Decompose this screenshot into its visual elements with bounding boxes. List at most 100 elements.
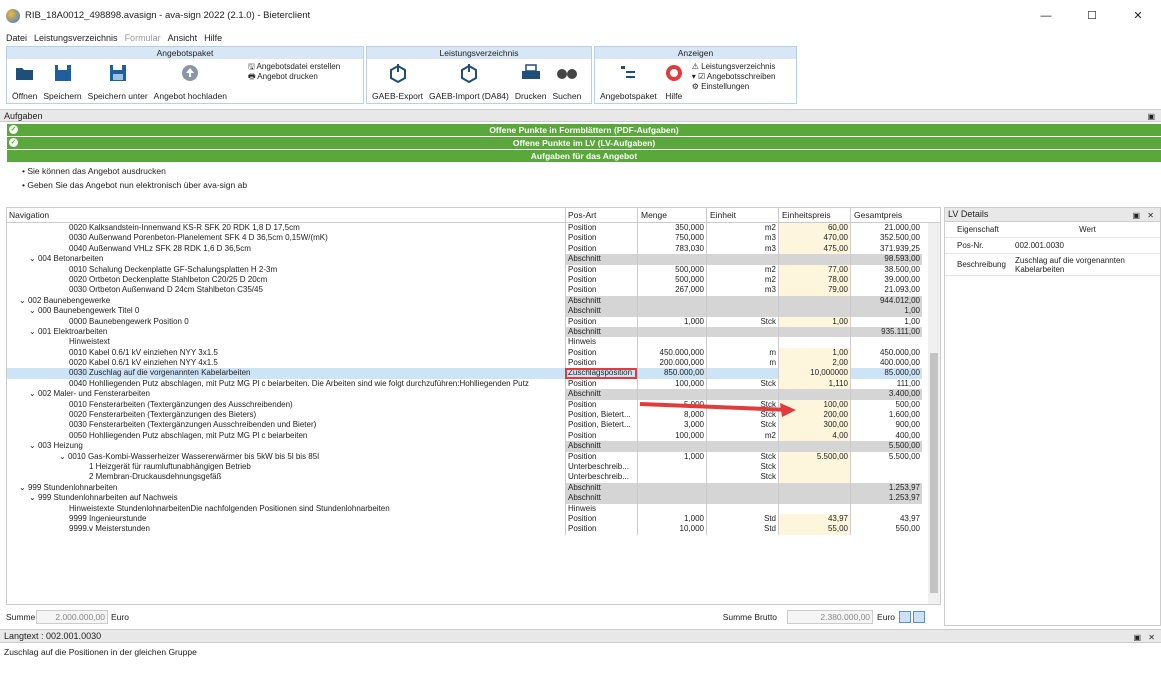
- gaeb-export-button[interactable]: GAEB-Export: [372, 62, 423, 101]
- table-row[interactable]: 0030 Fensterarbeiten (Textergänzungen Au…: [7, 420, 940, 431]
- chevron-down-icon[interactable]: ⌄: [29, 327, 38, 336]
- einheitspreis-cell[interactable]: [778, 389, 850, 400]
- einheitspreis-cell[interactable]: 300,00: [778, 420, 850, 431]
- table-row[interactable]: 0040 Außenwand VHLz SFK 28 RDK 1,6 D 36,…: [7, 243, 940, 255]
- table-row[interactable]: 0030 Ortbeton Außenwand D 24cm Stahlbeto…: [7, 285, 940, 296]
- chevron-down-icon[interactable]: ⌄: [29, 254, 38, 263]
- einheitspreis-cell[interactable]: 43,97: [778, 513, 850, 525]
- einheitspreis-cell[interactable]: 1,110: [778, 378, 850, 390]
- save-as-button[interactable]: Speichern unter: [88, 62, 148, 101]
- einheitspreis-cell[interactable]: [778, 493, 850, 504]
- table-row[interactable]: ⌄ 0010 Gas-Kombi-Wasserheizer Wassererwä…: [7, 451, 940, 462]
- table-row[interactable]: 0020 Kabel 0.6/1 kV einziehen NYY 4x1.5 P…: [7, 358, 940, 369]
- chevron-down-icon[interactable]: ⌄: [29, 306, 38, 315]
- table-row[interactable]: Hinweistexte StundenlohnarbeitenDie nach…: [7, 503, 940, 514]
- section-row[interactable]: ⌄ 004 Betonarbeiten Abschnitt 98.593,00: [7, 254, 940, 265]
- einheitspreis-cell[interactable]: [778, 337, 850, 348]
- close-icon[interactable]: ✕: [1147, 209, 1154, 222]
- scroll-thumb[interactable]: [930, 353, 938, 593]
- table-row[interactable]: 0040 Hohlliegenden Putz abschlagen, mit …: [7, 378, 940, 390]
- einheitspreis-cell[interactable]: 60,00: [778, 223, 850, 234]
- einheitspreis-cell[interactable]: 475,00: [778, 243, 850, 255]
- print-offer-button[interactable]: 🖶 Angebot drucken: [248, 72, 340, 82]
- einheitspreis-cell[interactable]: 10,000000: [778, 368, 850, 379]
- table-row[interactable]: 0030 Zuschlag auf die vorgenannten Kabel…: [7, 368, 940, 379]
- help-button[interactable]: Hilfe: [663, 62, 685, 101]
- einheitspreis-cell[interactable]: 55,00: [778, 524, 850, 535]
- calculator-icon[interactable]: [899, 611, 911, 623]
- einheitspreis-cell[interactable]: 4,00: [778, 430, 850, 442]
- col-gesamtpreis[interactable]: Gesamtpreis: [850, 208, 922, 222]
- einheitspreis-cell[interactable]: 470,00: [778, 233, 850, 244]
- table-row[interactable]: 0020 Ortbeton Deckenplatte Stahlbeton C2…: [7, 274, 940, 286]
- pin-icon[interactable]: ▣: [1147, 111, 1155, 123]
- task-row-pdf[interactable]: ✓ Offene Punkte in Formblättern (PDF-Aufg…: [7, 124, 1161, 136]
- table-row[interactable]: 1 Heizgerät für raumluftunabhängigen Bet…: [7, 461, 940, 473]
- search-button[interactable]: Suchen: [553, 62, 581, 101]
- table-row[interactable]: 2 Membran-Druckausdehnungsgefäß Unterbesc…: [7, 472, 940, 483]
- table-row[interactable]: 9999.v Meisterstunden Position 10,000 Std 55…: [7, 524, 940, 535]
- col-einheit[interactable]: Einheit: [706, 208, 778, 222]
- einheitspreis-cell[interactable]: 100,00: [778, 399, 850, 411]
- chevron-down-icon[interactable]: ⌄: [29, 389, 38, 398]
- settings-button[interactable]: ⚙ Einstellungen: [692, 82, 776, 92]
- table-row[interactable]: 9999 Ingenieurstunde Position 1,000 Std 43,9…: [7, 513, 940, 525]
- col-menge[interactable]: Menge: [637, 208, 706, 222]
- table-row[interactable]: 0020 Fensterarbeiten (Textergänzungen de…: [7, 410, 940, 421]
- table-row[interactable]: 0050 Hohlliegenden Putz abschlagen, mit …: [7, 430, 940, 442]
- einheitspreis-cell[interactable]: [778, 441, 850, 452]
- einheitspreis-cell[interactable]: 200,00: [778, 410, 850, 421]
- section-row[interactable]: ⌄ 002 Maler- und Fensterarbeiten Abschnit…: [7, 389, 940, 400]
- einheitspreis-cell[interactable]: 78,00: [778, 274, 850, 286]
- col-pos-art[interactable]: Pos-Art: [565, 208, 637, 222]
- einheitspreis-cell[interactable]: [778, 503, 850, 514]
- minimize-button[interactable]: —: [1023, 0, 1069, 31]
- task-row-offer[interactable]: Aufgaben für das Angebot: [7, 150, 1161, 162]
- einheitspreis-cell[interactable]: [778, 326, 850, 338]
- einheitspreis-cell[interactable]: 1,00: [778, 316, 850, 327]
- table-row[interactable]: Hinweistext Hinweis: [7, 337, 940, 348]
- float-icon[interactable]: ▣: [1132, 209, 1140, 222]
- einheitspreis-cell[interactable]: 2,00: [778, 358, 850, 369]
- chevron-down-icon[interactable]: ⌄: [29, 493, 38, 502]
- section-row[interactable]: ⌄ 001 Elektroarbeiten Abschnitt 935.111,00: [7, 326, 940, 338]
- chevron-down-icon[interactable]: ⌄: [19, 483, 28, 492]
- einheitspreis-cell[interactable]: [778, 306, 850, 317]
- einheitspreis-cell[interactable]: 79,00: [778, 285, 850, 296]
- vertical-scrollbar[interactable]: [928, 223, 940, 604]
- einheitspreis-cell[interactable]: [778, 295, 850, 307]
- table-row[interactable]: 0020 Kalksandstein-Innenwand KS-R SFK 20…: [7, 223, 940, 234]
- col-einheitspreis[interactable]: Einheitspreis: [778, 208, 850, 222]
- show-package-button[interactable]: Angebotspaket: [600, 62, 657, 101]
- einheitspreis-cell[interactable]: 1,00: [778, 347, 850, 359]
- table-row[interactable]: 0010 Schalung Deckenplatte GF-Schalungsp…: [7, 264, 940, 275]
- einheitspreis-cell[interactable]: [778, 482, 850, 494]
- close-icon[interactable]: ✕: [1148, 631, 1155, 644]
- section-row[interactable]: ⌄ 000 Baunebengewerk Titel 0 Abschnitt 1,0…: [7, 306, 940, 317]
- gaeb-import-button[interactable]: GAEB-Import (DA84): [429, 62, 509, 101]
- section-row[interactable]: ⌄ 003 Heizung Abschnitt 5.500,00: [7, 441, 940, 452]
- table-row[interactable]: 0010 Kabel 0.6/1 kV einziehen NYY 3x1.5 P…: [7, 347, 940, 359]
- col-navigation[interactable]: Navigation: [7, 208, 565, 222]
- section-row[interactable]: ⌄ 002 Baunebengewerke Abschnitt 944.012,00: [7, 295, 940, 307]
- save-button[interactable]: Speichern: [43, 62, 82, 101]
- maximize-button[interactable]: ☐: [1069, 0, 1115, 31]
- task-row-lv[interactable]: ✓ Offene Punkte im LV (LV-Aufgaben): [7, 137, 1161, 149]
- einheitspreis-cell[interactable]: 77,00: [778, 264, 850, 275]
- einheitspreis-cell[interactable]: [778, 461, 850, 473]
- einheitspreis-cell[interactable]: [778, 472, 850, 483]
- menu-leistungsverzeichnis[interactable]: Leistungsverzeichnis: [34, 33, 118, 43]
- info-icon[interactable]: [913, 611, 925, 623]
- open-button[interactable]: Öffnen: [12, 62, 37, 101]
- menu-ansicht[interactable]: Ansicht: [168, 33, 198, 43]
- close-button[interactable]: ✕: [1115, 0, 1161, 31]
- float-icon[interactable]: ▣: [1133, 631, 1141, 644]
- section-row[interactable]: ⌄ 999 Stundenlohnarbeiten auf Nachweis Ab…: [7, 493, 940, 504]
- menu-hilfe[interactable]: Hilfe: [204, 33, 222, 43]
- section-row[interactable]: ⌄ 999 Stundenlohnarbeiten Abschnitt 1.253,…: [7, 482, 940, 494]
- menu-datei[interactable]: Datei: [6, 33, 27, 43]
- show-lv-button[interactable]: ⚠ Leistungsverzeichnis: [692, 62, 776, 72]
- table-row[interactable]: 0010 Fensterarbeiten (Textergänzungen de…: [7, 399, 940, 411]
- table-row[interactable]: 0000 Baunebengewerk Position 0 Position 1,…: [7, 316, 940, 327]
- table-row[interactable]: 0030 Außenwand Porenbeton-Planelement SF…: [7, 233, 940, 244]
